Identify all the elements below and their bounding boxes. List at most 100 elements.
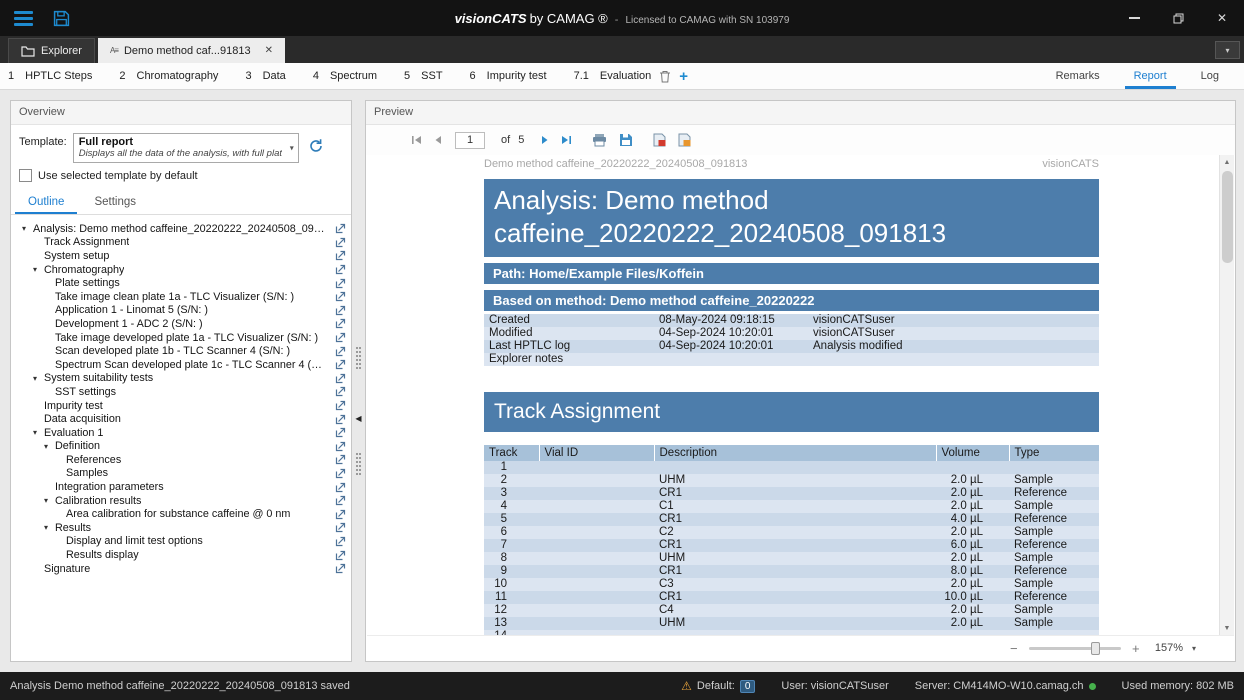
tree-item[interactable]: Development 1 - ADC 2 (S/N: ): [11, 317, 351, 331]
navigate-to-section-icon[interactable]: [329, 468, 346, 479]
splitter-grip[interactable]: [356, 347, 361, 369]
navigate-to-section-icon[interactable]: [329, 414, 346, 425]
navigate-to-section-icon[interactable]: [329, 427, 346, 438]
expander-icon[interactable]: ▾: [44, 442, 55, 451]
navigate-to-section-icon[interactable]: [329, 400, 346, 411]
zoom-slider-thumb[interactable]: [1091, 642, 1100, 655]
tree-item[interactable]: SST settings: [11, 385, 351, 399]
navigate-to-section-icon[interactable]: [329, 237, 346, 248]
previous-page-button[interactable]: [431, 133, 445, 147]
navigate-to-section-icon[interactable]: [329, 332, 346, 343]
navigate-to-section-icon[interactable]: [329, 264, 346, 275]
zoom-slider[interactable]: [1029, 647, 1121, 650]
checkbox-icon[interactable]: [19, 169, 32, 182]
close-tab-icon[interactable]: ✕: [265, 45, 273, 56]
tree-item[interactable]: Integration parameters: [11, 480, 351, 494]
tree-item[interactable]: ▾Analysis: Demo method caffeine_20220222…: [11, 222, 351, 236]
tree-item[interactable]: ▾Results: [11, 521, 351, 535]
splitter-grip[interactable]: [356, 453, 361, 475]
tree-item[interactable]: ▾Chromatography: [11, 263, 351, 277]
tree-item[interactable]: Plate settings: [11, 276, 351, 290]
step-item[interactable]: 3Data: [245, 70, 285, 82]
view-tab-log[interactable]: Log: [1184, 63, 1236, 89]
step-item[interactable]: 1HPTLC Steps: [8, 70, 92, 82]
navigate-to-section-icon[interactable]: [329, 318, 346, 329]
preview-scrollbar[interactable]: ▲ ▼: [1219, 155, 1234, 635]
navigate-to-section-icon[interactable]: [329, 536, 346, 547]
tree-item[interactable]: Results display: [11, 548, 351, 562]
step-item[interactable]: 6Impurity test: [470, 70, 547, 82]
expander-icon[interactable]: ▾: [44, 496, 55, 505]
expander-icon[interactable]: ▾: [22, 224, 33, 233]
step-item[interactable]: 4Spectrum: [313, 70, 377, 82]
tree-item[interactable]: Spectrum Scan developed plate 1c - TLC S…: [11, 358, 351, 372]
tree-item[interactable]: Scan developed plate 1b - TLC Scanner 4 …: [11, 344, 351, 358]
delete-step-button[interactable]: [659, 70, 671, 83]
step-item[interactable]: 2Chromatography: [119, 70, 218, 82]
tree-item[interactable]: ▾Calibration results: [11, 494, 351, 508]
expander-icon[interactable]: ▾: [33, 374, 44, 383]
caret-down-icon[interactable]: ▾: [1192, 644, 1196, 653]
export-report-button[interactable]: [675, 131, 694, 149]
navigate-to-section-icon[interactable]: [329, 454, 346, 465]
expander-icon[interactable]: ▾: [33, 428, 44, 437]
tab-document[interactable]: A≡ Demo method caf...91813 ✕: [98, 38, 285, 63]
navigate-to-section-icon[interactable]: [329, 441, 346, 452]
zoom-out-button[interactable]: −: [1008, 642, 1020, 655]
save-report-button[interactable]: [616, 131, 636, 149]
save-button[interactable]: [53, 10, 70, 27]
tree-item[interactable]: Area calibration for substance caffeine …: [11, 507, 351, 521]
view-tab-remarks[interactable]: Remarks: [1039, 63, 1117, 89]
panel-splitter[interactable]: ◀: [352, 100, 365, 662]
tab-explorer[interactable]: Explorer: [8, 38, 95, 63]
tree-item[interactable]: Samples: [11, 467, 351, 481]
tree-item[interactable]: ▾Evaluation 1: [11, 426, 351, 440]
navigate-to-section-icon[interactable]: [329, 278, 346, 289]
default-template-option[interactable]: Use selected template by default: [11, 167, 351, 191]
navigate-to-section-icon[interactable]: [329, 386, 346, 397]
zoom-level[interactable]: 157%: [1155, 642, 1183, 654]
scroll-up-icon[interactable]: ▲: [1220, 155, 1234, 169]
view-tab-report[interactable]: Report: [1117, 63, 1184, 89]
step-item[interactable]: 5SST: [404, 70, 443, 82]
report-preview[interactable]: Demo method caffeine_20220222_20240508_0…: [367, 155, 1234, 635]
tree-item[interactable]: System setup: [11, 249, 351, 263]
main-menu-button[interactable]: [14, 11, 33, 26]
page-number-input[interactable]: 1: [455, 132, 485, 149]
export-pdf-button[interactable]: [650, 131, 669, 149]
navigate-to-section-icon[interactable]: [329, 359, 346, 370]
default-status[interactable]: ⚠ Default: 0: [681, 679, 755, 693]
first-page-button[interactable]: [408, 133, 425, 147]
navigate-to-section-icon[interactable]: [329, 550, 346, 561]
tree-item[interactable]: Application 1 - Linomat 5 (S/N: ): [11, 304, 351, 318]
navigate-to-section-icon[interactable]: [329, 346, 346, 357]
scroll-down-icon[interactable]: ▼: [1220, 621, 1234, 635]
navigate-to-section-icon[interactable]: [329, 482, 346, 493]
tree-item[interactable]: Take image developed plate 1a - TLC Visu…: [11, 331, 351, 345]
tree-item[interactable]: ▾System suitability tests: [11, 372, 351, 386]
tree-item[interactable]: References: [11, 453, 351, 467]
template-select[interactable]: Full report Displays all the data of the…: [73, 133, 299, 163]
refresh-template-button[interactable]: [308, 138, 324, 154]
navigate-to-section-icon[interactable]: [329, 305, 346, 316]
tab-overflow-button[interactable]: ▾: [1215, 41, 1240, 59]
expander-icon[interactable]: ▾: [33, 265, 44, 274]
print-button[interactable]: [589, 131, 610, 149]
tree-item[interactable]: Data acquisition: [11, 412, 351, 426]
navigate-to-section-icon[interactable]: [329, 373, 346, 384]
tree-item[interactable]: Take image clean plate 1a - TLC Visualiz…: [11, 290, 351, 304]
tree-item[interactable]: Impurity test: [11, 399, 351, 413]
navigate-to-section-icon[interactable]: [329, 495, 346, 506]
step-item[interactable]: 7.1Evaluation: [574, 70, 652, 82]
restore-button[interactable]: [1156, 0, 1200, 36]
next-page-button[interactable]: [538, 133, 552, 147]
navigate-to-section-icon[interactable]: [329, 563, 346, 574]
add-step-button[interactable]: +: [679, 69, 688, 84]
minimize-button[interactable]: [1112, 0, 1156, 36]
zoom-in-button[interactable]: +: [1130, 642, 1142, 655]
navigate-to-section-icon[interactable]: [329, 250, 346, 261]
expander-icon[interactable]: ▾: [44, 523, 55, 532]
navigate-to-section-icon[interactable]: [329, 291, 346, 302]
navigate-to-section-icon[interactable]: [329, 223, 346, 234]
close-button[interactable]: ✕: [1200, 0, 1244, 36]
